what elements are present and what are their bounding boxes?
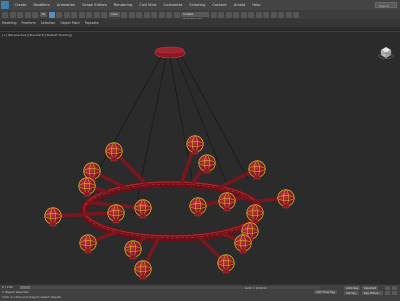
layer-explorer-icon[interactable] (233, 12, 239, 18)
reference-coordinate-dropdown[interactable]: View (109, 12, 120, 17)
selection-status: 1 Object Selected (2, 290, 29, 294)
menu-create[interactable]: Create (11, 3, 30, 7)
selected-dropdown[interactable]: Selected (362, 286, 378, 290)
menu-civil-view[interactable]: Civil View (136, 3, 160, 7)
ribbon-tab-freeform[interactable]: Freeform (22, 21, 36, 25)
menu-animation[interactable]: Animation (53, 3, 78, 7)
scale-icon[interactable] (94, 12, 100, 18)
rectangle-selection-icon[interactable] (64, 12, 70, 18)
move-icon[interactable] (79, 12, 85, 18)
next-frame-icon[interactable] (392, 286, 397, 290)
play-icon[interactable] (385, 286, 390, 290)
light-globe (187, 136, 204, 154)
frame-counter: 0 / 100 (2, 285, 13, 289)
menu-customize[interactable]: Customize (160, 3, 186, 7)
canopy-top (156, 47, 184, 53)
angle-snap-icon[interactable] (151, 12, 157, 18)
light-globe (278, 190, 295, 208)
select-object-icon[interactable] (49, 12, 55, 18)
viewcube-icon[interactable] (378, 44, 394, 60)
render-production-icon[interactable] (286, 12, 292, 18)
ribbon-tab-object-paint[interactable]: Object Paint (60, 21, 79, 25)
menu-modifiers[interactable]: Modifiers (30, 3, 53, 7)
app-logo-icon[interactable] (1, 1, 9, 9)
undo-icon[interactable] (2, 12, 8, 18)
window-crossing-icon[interactable] (71, 12, 77, 18)
selection-filter-dropdown[interactable]: All (40, 12, 48, 17)
set-key-button[interactable]: Set Key (344, 291, 359, 295)
light-globe (80, 235, 97, 253)
scene-explorer-icon[interactable] (226, 12, 232, 18)
mirror-icon[interactable] (211, 12, 217, 18)
spinner-snap-icon[interactable] (166, 12, 172, 18)
menu-content[interactable]: Content (209, 3, 230, 7)
select-by-name-icon[interactable] (56, 12, 62, 18)
curve-editor-icon[interactable] (248, 12, 254, 18)
light-globe (190, 198, 207, 216)
place-icon[interactable] (101, 12, 107, 18)
named-selection-dropdown[interactable]: Create Selection Se (181, 12, 209, 17)
light-globe (45, 208, 62, 226)
viewport-label[interactable]: [+] [Perspective] [Standard] [Default Sh… (2, 33, 72, 37)
ribbon-tab-selection[interactable]: Selection (41, 21, 56, 25)
sign-in-button[interactable]: Sign In (375, 2, 397, 8)
light-globe (218, 255, 235, 273)
light-globe (125, 241, 142, 259)
keyboard-shortcut-icon[interactable] (136, 12, 142, 18)
percent-snap-icon[interactable] (159, 12, 165, 18)
render-setup-icon[interactable] (271, 12, 277, 18)
rotate-icon[interactable] (86, 12, 92, 18)
select-manipulate-icon[interactable] (129, 12, 135, 18)
add-time-tag-button[interactable]: Add Time Tag (314, 290, 337, 294)
pivot-center-icon[interactable] (121, 12, 127, 18)
ribbon-bar: Modeling Freeform Selection Object Paint… (0, 19, 400, 27)
status-prompt: Click or click-and-drag to select object… (2, 295, 61, 299)
menu-arnold[interactable]: Arnold (230, 3, 249, 7)
render-cloud-icon[interactable] (293, 12, 299, 18)
material-editor-icon[interactable] (263, 12, 269, 18)
zoom-icon[interactable] (385, 291, 390, 295)
link-icon[interactable] (17, 12, 23, 18)
schematic-view-icon[interactable] (256, 12, 262, 18)
edit-named-selection-icon[interactable] (174, 12, 180, 18)
ribbon-tab-modeling[interactable]: Modeling (2, 21, 17, 25)
light-globe (219, 193, 236, 211)
bind-space-warp-icon[interactable] (32, 12, 38, 18)
redo-icon[interactable] (10, 12, 16, 18)
menu-rendering[interactable]: Rendering (110, 3, 135, 7)
unlink-icon[interactable] (25, 12, 31, 18)
light-globe (249, 161, 266, 179)
light-globe (235, 235, 252, 253)
rendered-frame-window-icon[interactable] (278, 12, 284, 18)
snaps-toggle-icon[interactable] (144, 12, 150, 18)
light-globe (135, 200, 152, 218)
menu-graph-editors[interactable]: Graph Editors (79, 3, 111, 7)
time-slider[interactable] (20, 286, 320, 289)
main-toolbar: All View Create Selection Se (0, 10, 400, 19)
menu-scripting[interactable]: Scripting (186, 3, 209, 7)
chandelier-model[interactable] (0, 32, 400, 285)
grid-label: Grid = 10.0cm (245, 286, 267, 290)
auto-key-button[interactable]: Auto Key (344, 286, 360, 290)
align-icon[interactable] (218, 12, 224, 18)
time-slider-thumb[interactable] (20, 286, 30, 289)
ribbon-toggle-icon[interactable] (241, 12, 247, 18)
ribbon-tab-populate[interactable]: Populate (85, 21, 99, 25)
key-filters-button[interactable]: Key Filters... (362, 291, 383, 295)
light-globe (79, 178, 96, 196)
menu-bar: Create Modifiers Animation Graph Editors… (0, 0, 400, 10)
orbit-icon[interactable] (392, 291, 397, 295)
perspective-viewport[interactable] (0, 31, 400, 285)
menu-help[interactable]: Help (249, 3, 264, 7)
light-globe (135, 261, 152, 279)
light-globe (108, 205, 125, 223)
